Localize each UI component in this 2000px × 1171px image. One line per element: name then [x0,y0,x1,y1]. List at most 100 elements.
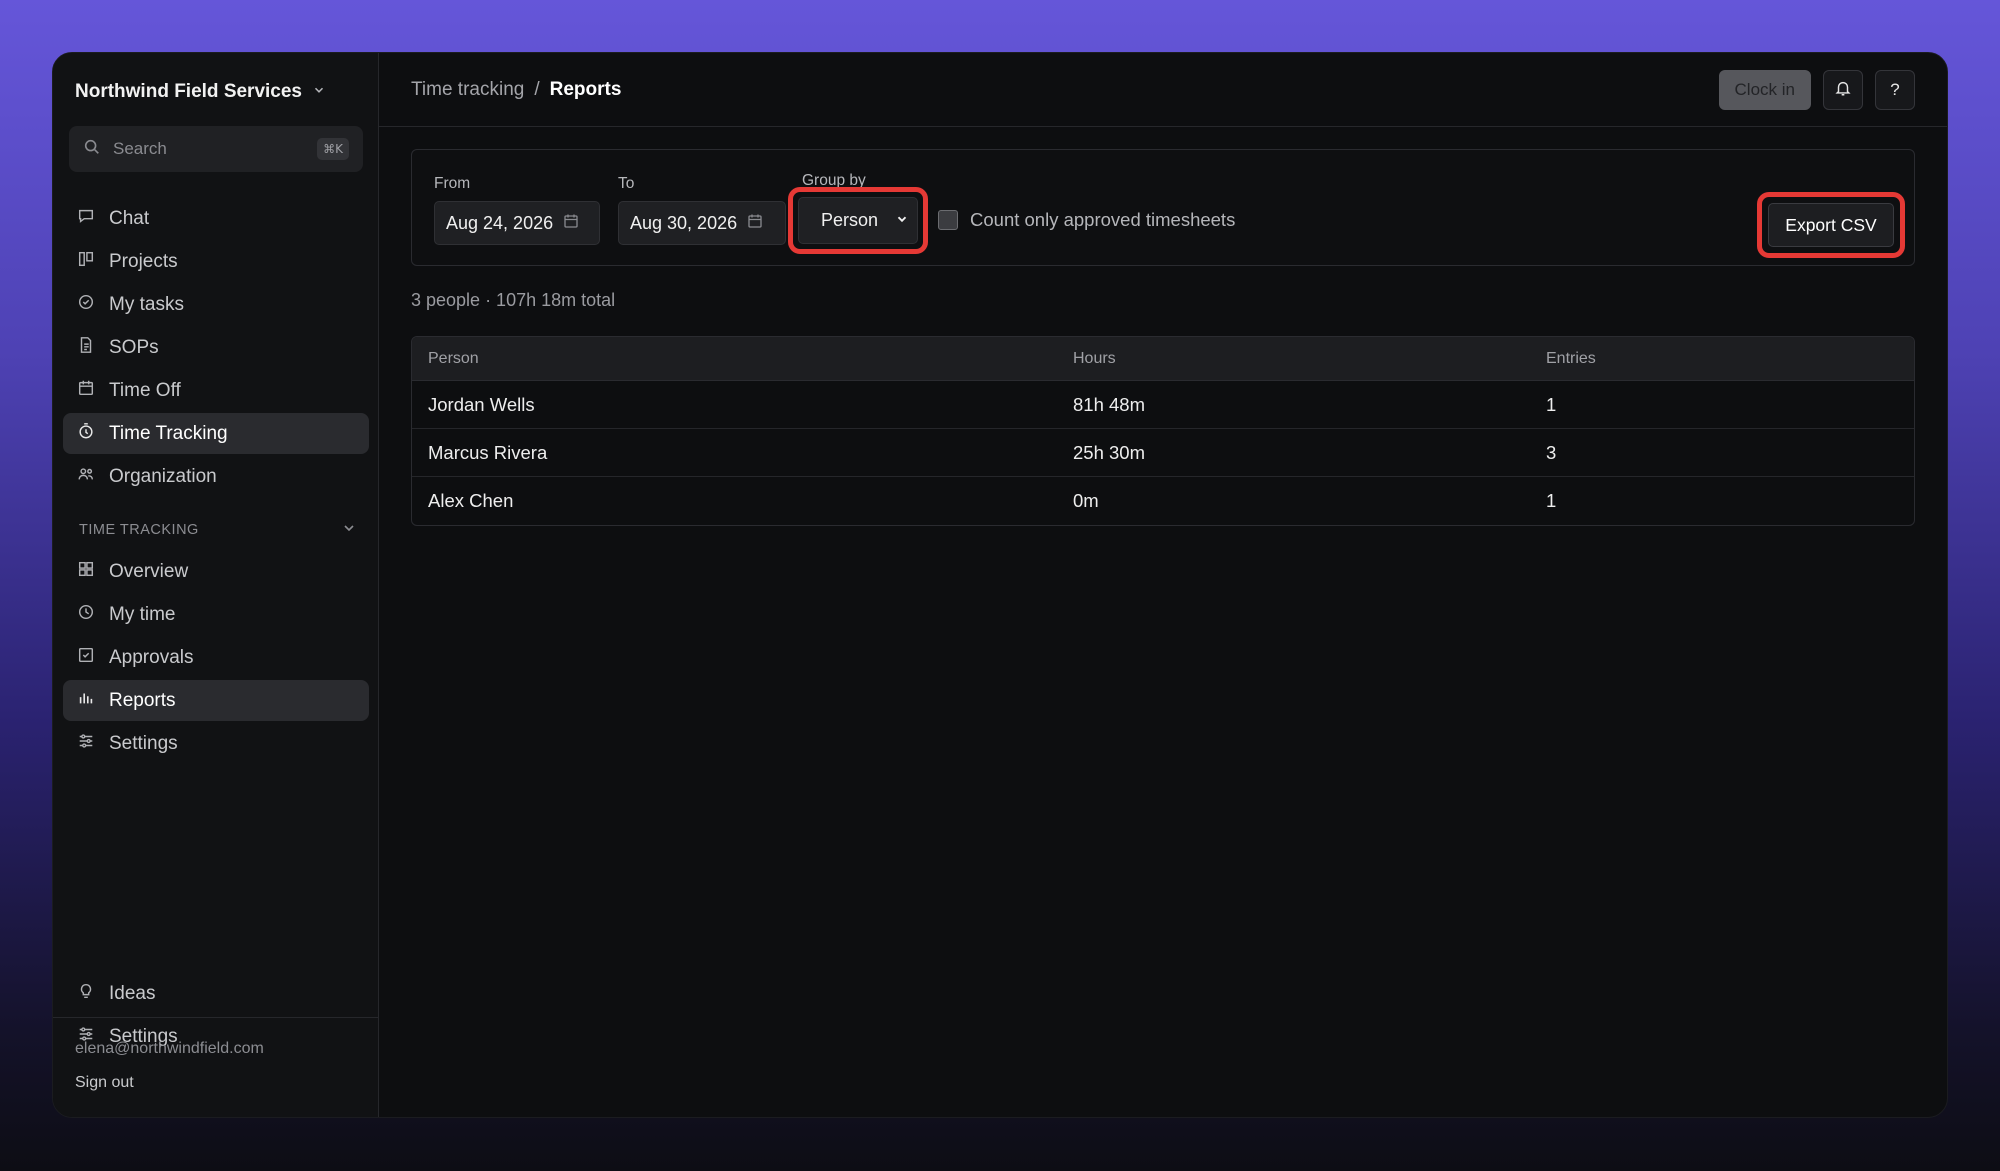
person-cell: Jordan Wells [428,393,535,415]
column-header-entries[interactable]: Entries [1545,350,1914,368]
sidebar-item-label: SOPs [109,336,159,358]
breadcrumb-parent-link[interactable]: Time tracking [411,79,524,101]
column-header-hours[interactable]: Hours [1072,350,1545,368]
help-button[interactable]: ? [1875,70,1915,110]
sidebar-item-label: My tasks [109,293,184,315]
calendar-icon [747,213,763,234]
group-by-value: Person [821,210,879,230]
calendar-icon [77,379,95,403]
sign-out-link[interactable]: Sign out [75,1074,134,1092]
sidebar-item-projects[interactable]: Projects [63,241,369,282]
check-circle-icon [77,293,95,317]
lightbulb-icon [77,982,95,1006]
sidebar-item-label: Time Off [109,379,181,401]
sidebar-item-label: Projects [109,250,178,272]
document-icon [77,336,95,360]
report-filters: From Aug 24, 2026 To Aug 30, 2026 Group … [411,149,1915,266]
sidebar-item-label: My time [109,603,176,625]
sidebar-item-tt-settings[interactable]: Settings [63,723,369,764]
from-date-input[interactable]: Aug 24, 2026 [434,201,600,245]
main-nav: Chat Projects My tasks SOPs Time Off Tim… [63,198,369,499]
sidebar-item-label: Settings [109,732,178,754]
time-tracking-nav: Overview My time Approvals Reports Setti… [63,551,369,766]
approved-only-label[interactable]: Count only approved timesheets [970,209,1235,231]
sidebar-footer: elena@northwindfield.com Sign out [53,1017,378,1117]
to-date-input[interactable]: Aug 30, 2026 [618,201,786,245]
person-cell: Marcus Rivera [428,441,548,463]
entries-cell: 3 [1546,441,1557,463]
section-title: TIME TRACKING [79,522,199,538]
checkbox-icon [77,646,95,670]
notifications-button[interactable] [1823,70,1863,110]
sidebar-item-label: Overview [109,560,189,582]
to-label: To [618,175,635,192]
table-row[interactable]: Jordan Wells 81h 48m 1 [412,381,1914,429]
sidebar-item-label: Chat [109,207,150,229]
search-placeholder: Search [113,139,167,158]
sidebar-item-my-time[interactable]: My time [63,594,369,635]
sidebar-item-organization[interactable]: Organization [63,456,369,497]
sidebar: Northwind Field Services Search ⌘K Chat … [53,53,379,1117]
breadcrumb-current: Reports [549,79,622,100]
column-header-person[interactable]: Person [412,350,1072,368]
sidebar-item-ideas[interactable]: Ideas [63,973,369,1014]
org-switcher[interactable]: Northwind Field Services [75,81,326,103]
sidebar-item-reports[interactable]: Reports [63,680,369,721]
table-row[interactable]: Marcus Rivera 25h 30m 3 [412,429,1914,477]
export-csv-button[interactable]: Export CSV [1768,203,1894,247]
org-name: Northwind Field Services [75,81,302,102]
bell-icon [1834,79,1852,102]
main-content: Time tracking / Reports Clock in ? From … [379,53,1947,1117]
sidebar-item-label: Time Tracking [109,422,228,444]
bar-chart-icon [77,689,95,713]
breadcrumb-separator: / [534,79,540,100]
projects-icon [77,250,95,274]
hours-cell: 81h 48m [1073,393,1145,415]
approved-only-checkbox[interactable] [938,210,958,230]
grid-icon [77,560,95,584]
user-email: elena@northwindfield.com [75,1040,264,1057]
top-actions: Clock in ? [1718,70,1915,110]
people-icon [77,465,95,489]
calendar-icon [563,213,579,234]
group-by-select[interactable]: Person [798,197,918,244]
clock-icon [77,603,95,627]
person-cell: Alex Chen [428,490,514,511]
keyboard-shortcut-badge: ⌘K [317,138,349,160]
table-row[interactable]: Alex Chen 0m 1 [412,477,1914,525]
from-date-value: Aug 24, 2026 [446,212,554,233]
sidebar-item-label: Organization [109,465,217,487]
sidebar-item-time-off[interactable]: Time Off [63,370,369,411]
sidebar-item-overview[interactable]: Overview [63,551,369,592]
chevron-down-icon [312,81,326,103]
sidebar-item-time-tracking[interactable]: Time Tracking [63,413,369,454]
sidebar-item-label: Ideas [109,982,156,1004]
sidebar-item-label: Approvals [109,646,194,668]
chevron-down-icon [895,210,909,231]
chevron-down-icon [341,520,357,540]
clock-in-button[interactable]: Clock in [1718,70,1811,110]
time-tracking-section-header[interactable]: TIME TRACKING [79,515,357,545]
sidebar-item-chat[interactable]: Chat [63,198,369,239]
from-label: From [434,175,471,192]
search-input[interactable]: Search ⌘K [69,126,363,172]
hours-cell: 25h 30m [1073,441,1145,463]
sidebar-item-sops[interactable]: SOPs [63,327,369,368]
breadcrumb: Time tracking / Reports [411,53,621,127]
sidebar-item-approvals[interactable]: Approvals [63,637,369,678]
search-icon [83,138,101,161]
sliders-icon [77,732,95,756]
table-header: Person Hours Entries [412,337,1914,381]
entries-cell: 1 [1546,490,1557,511]
entries-cell: 1 [1546,393,1557,415]
to-date-value: Aug 30, 2026 [630,212,738,233]
hours-cell: 0m [1073,490,1099,511]
report-table: Person Hours Entries Jordan Wells 81h 48… [411,336,1915,526]
topbar: Time tracking / Reports Clock in ? [379,53,1947,127]
stopwatch-icon [77,422,95,446]
chat-icon [77,207,95,231]
sidebar-item-my-tasks[interactable]: My tasks [63,284,369,325]
app-window: Northwind Field Services Search ⌘K Chat … [52,52,1948,1118]
report-summary: 3 people · 107h 18m total [411,290,616,310]
sidebar-item-label: Reports [109,689,176,711]
